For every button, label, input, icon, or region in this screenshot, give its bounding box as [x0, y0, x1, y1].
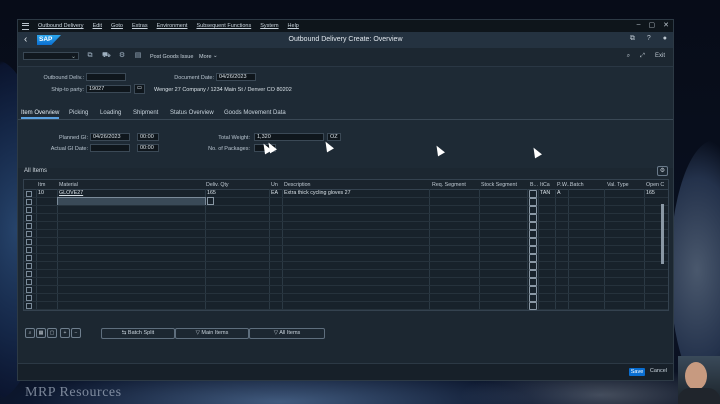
document-date-input[interactable]: 04/26/2023 [216, 73, 256, 81]
more-button[interactable]: More [199, 54, 212, 60]
item-overview-pane: Planned GI: 04/26/2023 00:00 Actual GI D… [18, 120, 673, 168]
main-items-button[interactable]: ▽ Main Items [175, 328, 249, 339]
select-all-icon[interactable]: ▦ [36, 328, 46, 338]
tab-item-overview[interactable]: Item Overview [21, 110, 60, 119]
tab-goods-movement-data[interactable]: Goods Movement Data [224, 110, 286, 116]
menu-environment[interactable]: Environment [157, 23, 188, 29]
ship-to-party-label: Ship-to party: [51, 87, 84, 93]
col-open[interactable]: Open C [646, 182, 664, 188]
chevron-down-icon: ⌄ [213, 53, 218, 59]
command-field[interactable]: ⌄ [23, 52, 79, 60]
col-un[interactable]: Un [271, 182, 278, 188]
all-items-title: All Items [24, 168, 48, 174]
total-weight-input[interactable]: 1,320 [254, 133, 324, 141]
save-button[interactable]: Save [629, 368, 645, 376]
copy-icon[interactable]: ⧉ [86, 52, 94, 60]
tab-strip: Item Overview Picking Loading Shipment S… [18, 108, 673, 120]
col-description[interactable]: Description [284, 182, 311, 188]
cell-p: A [557, 190, 561, 196]
table-settings-icon[interactable]: ⚙ [657, 166, 668, 176]
address-icon[interactable]: ▭ [134, 84, 145, 94]
tab-picking[interactable]: Picking [69, 110, 88, 116]
cancel-button[interactable]: Cancel [650, 368, 667, 374]
total-weight-label: Total Weight: [218, 135, 250, 141]
menu-edit[interactable]: Edit [93, 23, 102, 29]
menu-goto[interactable]: Goto [111, 23, 123, 29]
maximize-icon[interactable]: ▢ [649, 21, 656, 29]
col-req-segment[interactable]: Req. Segment [432, 182, 466, 188]
all-items-button[interactable]: ▽ All Items [249, 328, 325, 339]
col-batch[interactable]: Batch [570, 182, 584, 188]
actual-gi-time-input[interactable]: 00:00 [137, 144, 159, 152]
planned-gi-time-input[interactable]: 00:00 [137, 133, 159, 141]
menu-subsequent-functions[interactable]: Subsequent Functions [196, 23, 251, 29]
user-icon[interactable]: ● [663, 35, 667, 43]
menu-bar: Outbound Delivery Edit Goto Extras Envir… [18, 20, 673, 32]
pick-icon[interactable]: ⚙ [118, 52, 126, 60]
ship-to-address: Wenger 27 Company / 1234 Main St / Denve… [154, 87, 292, 93]
close-icon[interactable]: ✕ [663, 21, 669, 29]
post-goods-issue-button[interactable]: Post Goods Issue [150, 54, 193, 60]
col-val-type[interactable]: Val. Type [607, 182, 629, 188]
create-session-icon[interactable]: ⧉ [630, 35, 635, 43]
document-icon[interactable]: ▤ [134, 52, 142, 60]
tab-loading[interactable]: Loading [100, 110, 121, 116]
minimize-icon[interactable]: – [637, 21, 641, 29]
footer-bar: Save Cancel [18, 363, 673, 380]
cell-itca: TAN [540, 190, 551, 196]
actual-gi-date-input[interactable] [90, 144, 130, 152]
delete-row-icon[interactable]: − [71, 328, 81, 338]
col-b[interactable]: B... [530, 182, 538, 188]
items-table: Itm Material Deliv. Qty Un Description R… [23, 179, 669, 311]
row-b-checkbox[interactable] [529, 310, 537, 311]
desktop-background: MRP Resources Outbound Delivery Edit Got… [0, 0, 720, 404]
hamburger-icon[interactable] [22, 22, 29, 30]
cell-un: EA [271, 190, 279, 196]
sap-window: Outbound Delivery Edit Goto Extras Envir… [17, 19, 674, 381]
table-button-bar: ⌕ ▦ ▢ + − ⇆ Batch Split ▽ Main Items ▽ A… [23, 327, 667, 339]
outbound-deliv-label: Outbound Deliv.: [43, 75, 84, 81]
actual-gi-date-label: Actual GI Date: [50, 146, 88, 152]
presenter-webcam [678, 356, 720, 404]
deselect-all-icon[interactable]: ▢ [47, 328, 57, 338]
col-material[interactable]: Material [59, 182, 78, 188]
zoom-icon[interactable]: ⌕ [25, 328, 35, 338]
cell-open: 165 [646, 190, 655, 196]
truck-icon[interactable]: ⛟ [102, 52, 111, 60]
search-icon[interactable]: ⌕ [627, 53, 630, 60]
page-title: Outbound Delivery Create: Overview [288, 36, 403, 43]
col-itm[interactable]: Itm [38, 182, 45, 188]
menu-system[interactable]: System [260, 23, 278, 29]
table-row[interactable] [24, 309, 668, 311]
help-icon[interactable]: ? [647, 35, 651, 43]
cell-description: Extra thick cycling gloves 27 [284, 190, 351, 196]
exit-button[interactable]: Exit [655, 53, 665, 60]
document-date-label: Document Date: [174, 75, 214, 81]
background-watermark: MRP Resources [25, 385, 122, 400]
col-itca[interactable]: ItCa [540, 182, 550, 188]
menu-extras[interactable]: Extras [132, 23, 148, 29]
title-bar: ‹ SAP Outbound Delivery Create: Overview… [18, 32, 673, 48]
cell-material[interactable]: GLOVE27 [59, 190, 83, 196]
packages-label: No. of Packages: [208, 146, 250, 152]
ship-to-party-input[interactable]: 19027 [86, 85, 131, 93]
tab-shipment[interactable]: Shipment [133, 110, 158, 116]
fullscreen-icon[interactable]: ⤢ [640, 53, 645, 60]
planned-gi-date-input[interactable]: 04/26/2023 [90, 133, 130, 141]
batch-split-button[interactable]: ⇆ Batch Split [101, 328, 175, 339]
tab-status-overview[interactable]: Status Overview [170, 110, 214, 116]
application-toolbar: ⌄ ⧉ ⛟ ⚙ ▤ Post Goods Issue More ⌄ ⌕ ⤢ Ex… [18, 48, 673, 67]
menu-outbound-delivery[interactable]: Outbound Delivery [38, 23, 84, 29]
menu-help[interactable]: Help [288, 23, 299, 29]
col-deliv-qty[interactable]: Deliv. Qty [206, 182, 229, 188]
table-vertical-scrollbar[interactable] [661, 204, 664, 264]
outbound-deliv-input[interactable] [86, 73, 126, 81]
col-stock-segment[interactable]: Stock Segment [481, 182, 517, 188]
planned-gi-label: Planned GI: [58, 135, 88, 141]
cell-itm: 10 [38, 190, 44, 196]
header-section: Outbound Deliv.: Document Date: 04/26/20… [18, 67, 673, 112]
cell-deliv-qty[interactable]: 165 [207, 190, 216, 196]
add-row-icon[interactable]: + [60, 328, 70, 338]
